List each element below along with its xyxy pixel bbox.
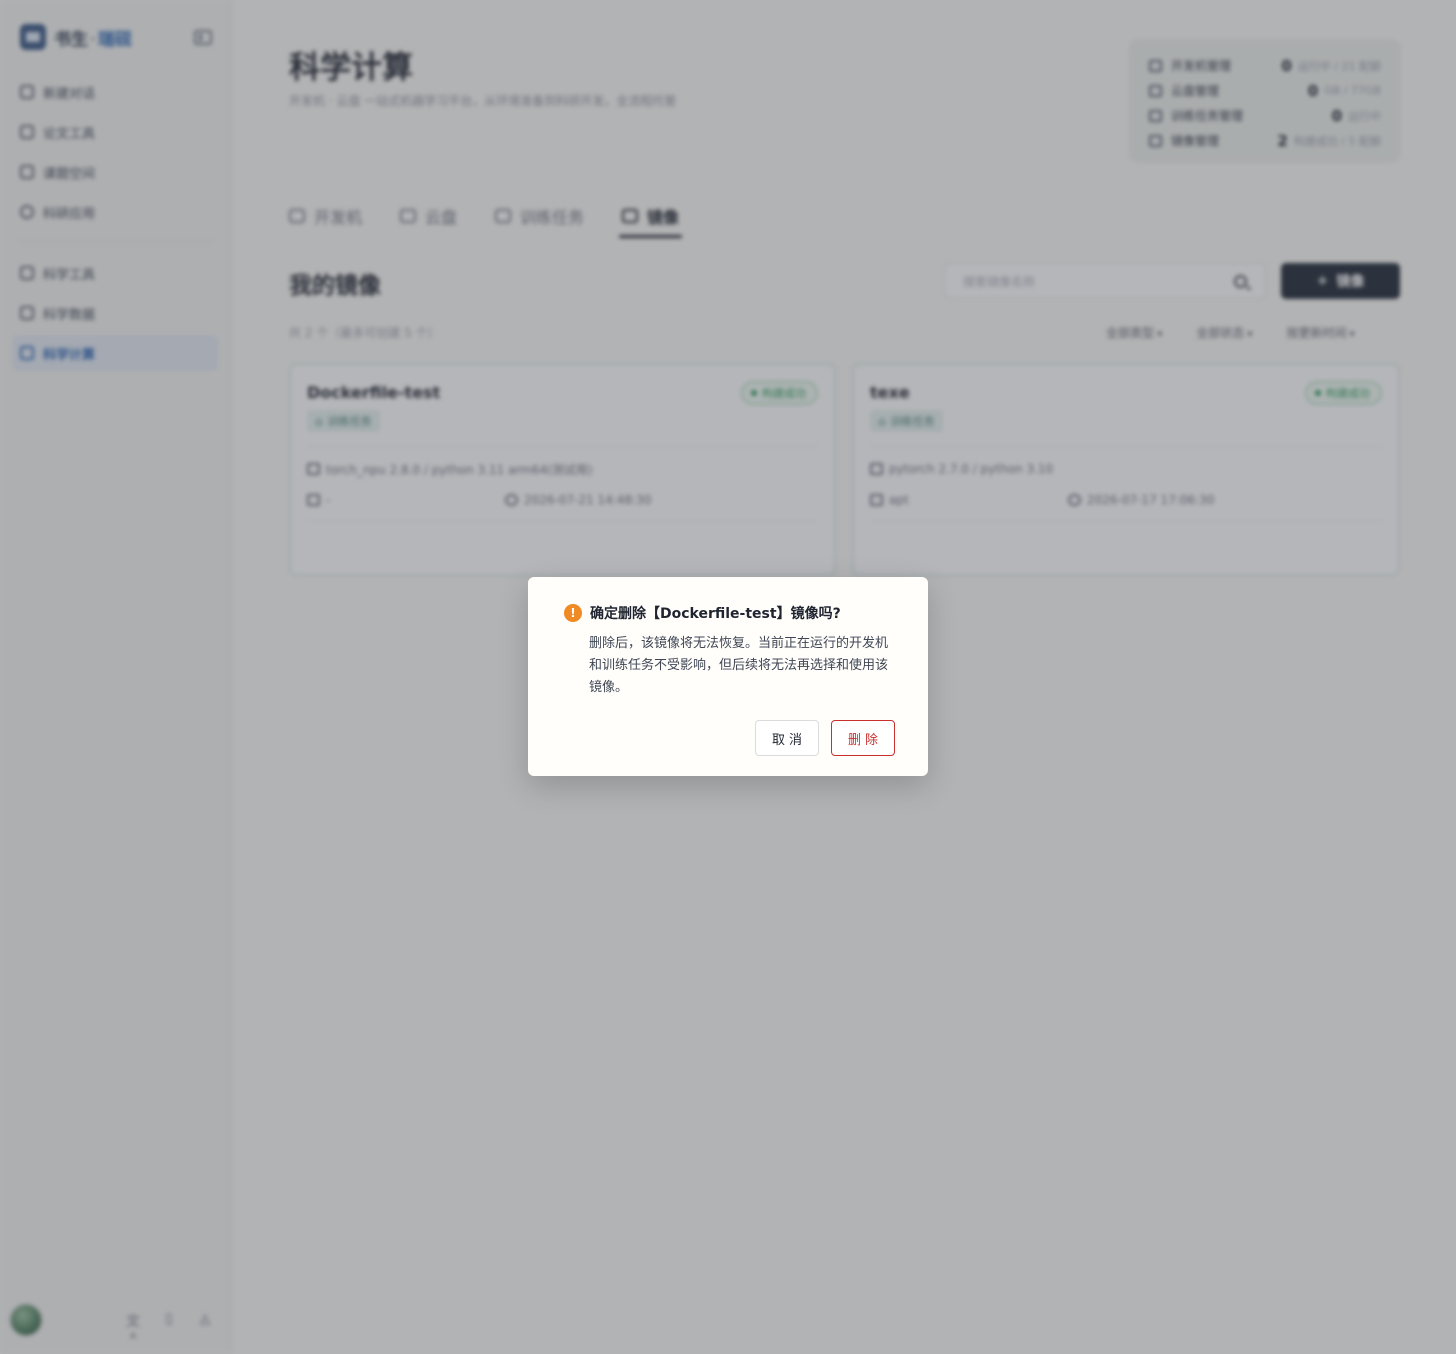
dialog-header: ! 确定删除【Dockerfile-test】镜像吗? [564,603,895,623]
dialog-title: 确定删除【Dockerfile-test】镜像吗? [590,606,841,622]
warning-icon: ! [564,604,582,622]
cancel-button[interactable]: 取消 [755,720,819,756]
delete-confirm-dialog: ! 确定删除【Dockerfile-test】镜像吗? 删除后，该镜像将无法恢复… [528,577,928,776]
delete-button[interactable]: 删除 [831,720,895,756]
dialog-body: 删除后，该镜像将无法恢复。当前正在运行的开发机和训练任务不受影响，但后续将无法再… [589,636,889,695]
dialog-actions: 取消 删除 [755,720,895,756]
